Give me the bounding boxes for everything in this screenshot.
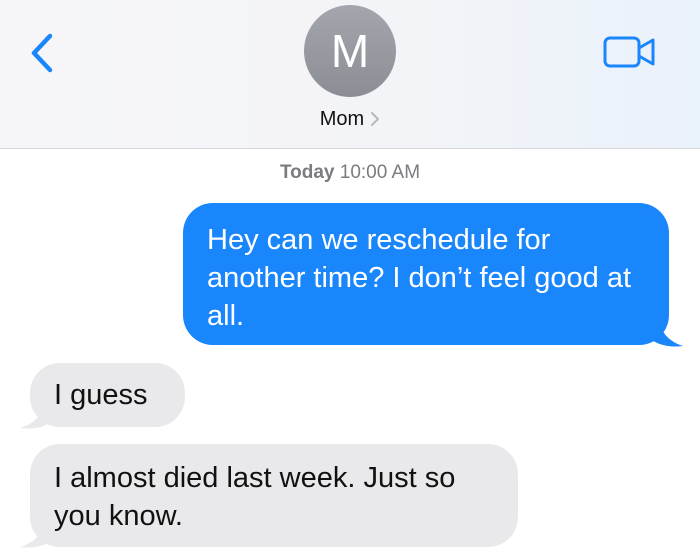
message-text: I guess: [54, 379, 148, 411]
conversation-header: M Mom: [0, 0, 700, 149]
avatar-initial: M: [330, 25, 370, 77]
contact-name-button[interactable]: Mom: [0, 106, 700, 132]
chevron-left-icon: [31, 33, 53, 73]
contact-name: Mom: [319, 107, 365, 130]
messages-screen: M Mom Today 10:00 AM Hey can we reschedu…: [0, 0, 700, 551]
video-camera-icon: [603, 36, 655, 68]
message-text: I almost died last week. Just so you kno…: [54, 462, 456, 532]
back-button[interactable]: [24, 32, 64, 74]
chevron-right-icon: [371, 112, 380, 126]
timestamp-time: 10:00 AM: [339, 162, 421, 183]
message-text: Hey can we reschedule for another time? …: [207, 224, 632, 332]
message-bubble-incoming[interactable]: I guess: [30, 363, 185, 427]
video-call-button[interactable]: [602, 34, 658, 70]
message-timestamp: Today 10:00 AM: [0, 162, 700, 184]
message-bubble-incoming[interactable]: I almost died last week. Just so you kno…: [30, 444, 518, 547]
message-bubble-outgoing[interactable]: Hey can we reschedule for another time? …: [183, 203, 669, 345]
timestamp-day: Today: [279, 162, 335, 183]
contact-avatar[interactable]: M: [304, 5, 396, 97]
